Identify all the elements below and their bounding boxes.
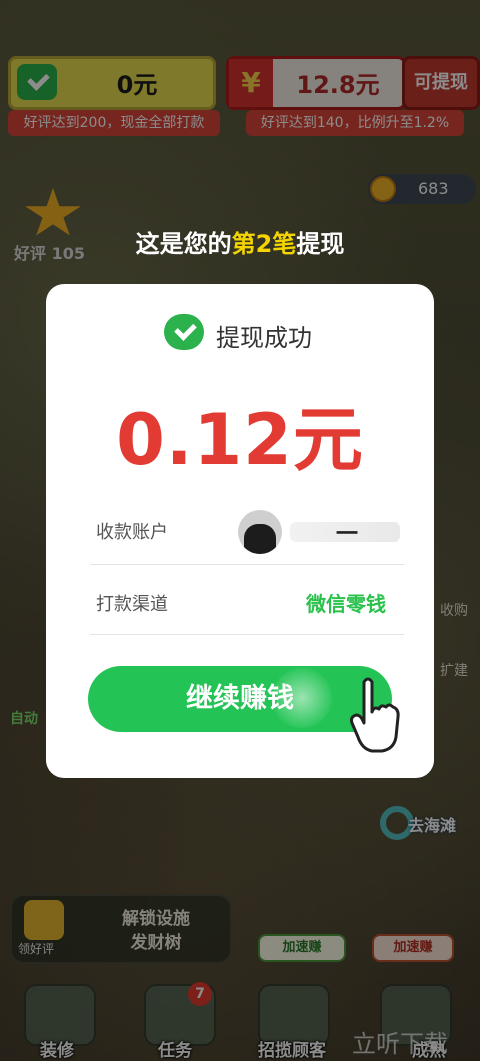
channel-label: 打款渠道 <box>96 594 168 615</box>
divider <box>90 564 404 565</box>
tap-ripple <box>272 668 332 728</box>
avatar <box>238 510 282 554</box>
dialog-title: 提现成功 <box>216 324 312 352</box>
pointing-hand-icon <box>350 677 400 753</box>
withdraw-amount: 0.12元 <box>116 399 364 481</box>
withdraw-count-headline: 这是您的第2笔提现 <box>0 224 480 259</box>
channel-value: 微信零钱 <box>306 592 386 616</box>
account-label: 收款账户 <box>96 522 168 543</box>
account-name: 一 <box>336 522 359 547</box>
wechat-icon <box>164 314 204 350</box>
headline-highlight: 第2笔 <box>231 230 297 258</box>
divider <box>90 634 404 635</box>
headline-prefix: 这是您的 <box>135 230 232 258</box>
continue-earning-button[interactable]: 继续赚钱 <box>88 666 392 732</box>
headline-suffix: 提现 <box>296 230 345 258</box>
